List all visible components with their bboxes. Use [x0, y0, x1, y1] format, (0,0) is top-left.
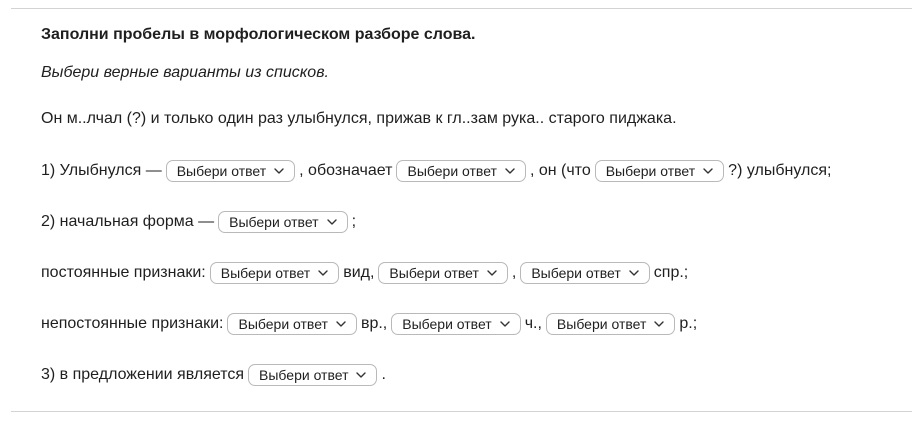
select-label: Выбери ответ	[605, 163, 696, 179]
row-1-mid2: , он (что	[529, 162, 591, 179]
row-2-suffix: ;	[351, 213, 357, 230]
row-4-mid2: ч.,	[524, 315, 542, 332]
row-3-prefix: постоянные признаки:	[41, 264, 206, 281]
row-parse-2: 2) начальная форма — Выбери ответ ;	[41, 209, 356, 235]
answer-select[interactable]: Выбери ответ	[396, 160, 526, 182]
chevron-down-icon	[316, 266, 330, 280]
answer-select[interactable]: Выбери ответ	[248, 364, 378, 386]
answer-select[interactable]: Выбери ответ	[165, 160, 296, 182]
row-3-suffix: спр.;	[653, 264, 689, 281]
chevron-down-icon	[701, 164, 715, 178]
row-parse-5: 3) в предложении является Выбери ответ .	[41, 362, 386, 388]
chevron-down-icon	[503, 164, 517, 178]
answer-select[interactable]: Выбери ответ	[378, 262, 508, 284]
row-1-prefix: 1) Улыбнулся —	[41, 162, 162, 179]
select-label: Выбери ответ	[389, 265, 479, 281]
answer-select[interactable]: Выбери ответ	[227, 313, 357, 335]
answer-select[interactable]: Выбери ответ	[218, 211, 348, 233]
row-1-mid1: , обозначает	[299, 162, 393, 179]
row-parse-3: постоянные признаки: Выбери ответ вид, В…	[41, 260, 688, 286]
select-label: Выбери ответ	[402, 316, 492, 332]
row-3-mid2: ,	[511, 264, 517, 281]
chevron-down-icon	[485, 266, 499, 280]
answer-select[interactable]: Выбери ответ	[594, 160, 725, 182]
select-label: Выбери ответ	[259, 367, 349, 383]
chevron-down-icon	[652, 317, 666, 331]
answer-select[interactable]: Выбери ответ	[209, 262, 340, 284]
bottom-divider	[11, 411, 912, 412]
select-label: Выбери ответ	[531, 265, 621, 281]
chevron-down-icon	[334, 317, 348, 331]
answer-select[interactable]: Выбери ответ	[545, 313, 676, 335]
answer-select[interactable]: Выбери ответ	[391, 313, 521, 335]
chevron-down-icon	[627, 266, 641, 280]
row-4-mid1: вр.,	[360, 315, 388, 332]
row-1-suffix: ?) улыбнулся;	[728, 162, 832, 179]
row-3-mid1: вид,	[343, 264, 375, 281]
row-5-suffix: .	[381, 366, 386, 383]
row-4-suffix: р.;	[679, 315, 698, 332]
chevron-down-icon	[272, 164, 286, 178]
select-label: Выбери ответ	[407, 163, 497, 179]
task-sentence: Он м..лчал (?) и только один раз улыбнул…	[41, 110, 677, 127]
row-4-prefix: непостоянные признаки:	[41, 315, 224, 332]
select-label: Выбери ответ	[176, 163, 267, 179]
row-parse-4: непостоянные признаки: Выбери ответ вр.,…	[41, 311, 697, 337]
task-instruction: Выбери верные варианты из списков.	[41, 64, 329, 81]
answer-select[interactable]: Выбери ответ	[520, 262, 650, 284]
row-5-prefix: 3) в предложении является	[41, 366, 245, 383]
chevron-down-icon	[498, 317, 512, 331]
task-title: Заполни пробелы в морфологическом разбор…	[41, 26, 476, 43]
row-parse-1: 1) Улыбнулся — Выбери ответ , обозначает…	[41, 158, 831, 184]
chevron-down-icon	[325, 215, 339, 229]
select-label: Выбери ответ	[238, 316, 328, 332]
select-label: Выбери ответ	[556, 316, 647, 332]
top-divider	[11, 8, 912, 9]
chevron-down-icon	[354, 368, 368, 382]
select-label: Выбери ответ	[220, 265, 311, 281]
select-label: Выбери ответ	[229, 214, 319, 230]
row-2-prefix: 2) начальная форма —	[41, 213, 215, 230]
